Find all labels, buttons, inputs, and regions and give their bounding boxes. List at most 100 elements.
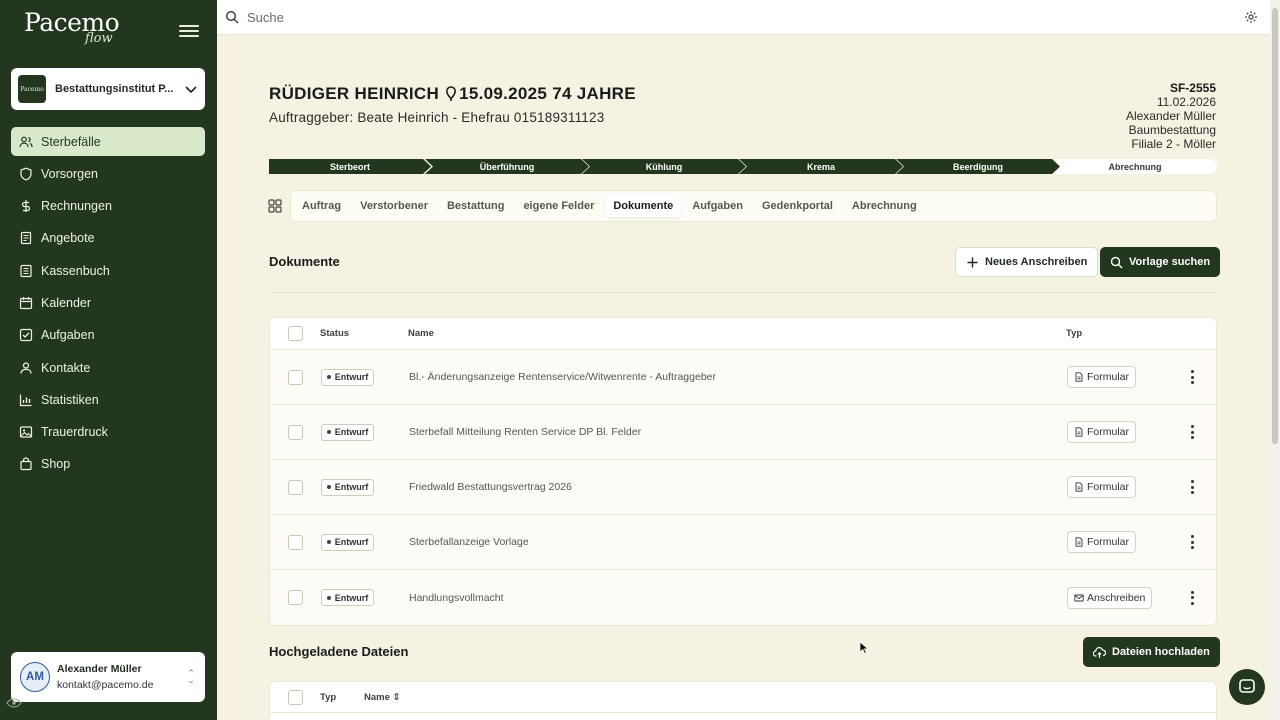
tab-eigene-felder[interactable]: eigene Felder	[515, 195, 602, 217]
deceased-name: RÜDIGER HEINRICH	[269, 84, 440, 103]
search-bar	[217, 0, 1270, 35]
upload-files-button[interactable]: Dateien hochladen	[1083, 637, 1220, 667]
search-icon	[1110, 256, 1123, 268]
tab-bestattung[interactable]: Bestattung	[439, 195, 512, 217]
case-tabs: Auftrag Verstorbener Bestattung eigene F…	[290, 190, 1217, 222]
nav-item-angebote[interactable]: Angebote	[11, 224, 205, 253]
nav-item-vorsorgen[interactable]: Vorsorgen	[11, 159, 205, 188]
row-checkbox[interactable]	[288, 369, 303, 385]
search-template-button[interactable]: Vorlage suchen	[1100, 247, 1221, 277]
user-menu[interactable]: AM Alexander Müller kontakt@pacemo.de ⌃ ⌄	[11, 652, 205, 702]
user-email: kontakt@pacemo.de	[57, 679, 154, 691]
ledger-icon	[19, 264, 33, 278]
gear-icon[interactable]	[1244, 10, 1258, 24]
row-checkbox[interactable]	[288, 479, 303, 495]
more-options-icon[interactable]	[1190, 370, 1194, 384]
row-checkbox[interactable]	[288, 590, 303, 605]
grid-view-icon[interactable]	[268, 199, 282, 213]
select-all-checkbox[interactable]	[288, 326, 303, 341]
page-scrollbar[interactable]	[1270, 0, 1280, 720]
document-name[interactable]: Sterbefall Mitteilung Renten Service DP …	[409, 426, 1067, 438]
nav-item-aufgaben[interactable]: Aufgaben	[11, 321, 205, 350]
deceased-age: 74 JAHRE	[552, 84, 636, 103]
column-name[interactable]: Name	[408, 328, 1066, 339]
form-icon	[1075, 427, 1083, 437]
document-name[interactable]: Bl.- Änderungsanzeige Rentenservice/Witw…	[409, 371, 1067, 383]
chat-icon	[1239, 679, 1255, 693]
dollar-icon	[19, 199, 33, 213]
users-icon	[19, 135, 33, 149]
tab-abrechnung[interactable]: Abrechnung	[844, 195, 925, 217]
nav-item-kontakte[interactable]: Kontakte	[11, 353, 205, 382]
form-icon	[1075, 482, 1083, 492]
table-row[interactable]: Entwurf Handlungsvollmacht Anschreiben	[270, 570, 1216, 625]
nav-item-statistiken[interactable]: Statistiken	[11, 385, 205, 414]
tab-dokumente[interactable]: Dokumente	[605, 195, 682, 217]
more-options-icon[interactable]	[1190, 590, 1194, 605]
more-options-icon[interactable]	[1190, 535, 1194, 549]
brand-sub: flow	[85, 31, 113, 46]
tab-auftrag[interactable]: Auftrag	[294, 195, 349, 217]
step-abrechnung[interactable]: Abrechnung	[1053, 159, 1217, 174]
type-badge: Formular	[1067, 366, 1137, 388]
search-input[interactable]	[247, 9, 1147, 25]
step-beerdigung[interactable]: Beerdigung	[896, 159, 1060, 174]
step-krema[interactable]: Krema	[739, 159, 903, 174]
chat-button[interactable]	[1229, 669, 1265, 705]
case-meta: SF-2555 11.02.2026 Alexander Müller Baum…	[1126, 81, 1216, 151]
step-kuehlung[interactable]: Kühlung	[582, 159, 746, 174]
main-nav: Sterbefälle Vorsorgen Rechnungen Angebot…	[11, 127, 205, 482]
nav-label: Rechnungen	[41, 199, 112, 214]
document-name[interactable]: Sterbefallanzeige Vorlage	[409, 536, 1067, 548]
row-checkbox[interactable]	[288, 424, 303, 440]
organization-select[interactable]: Pacemo Bestattungsinstitut P...	[11, 68, 205, 110]
form-icon	[1075, 537, 1083, 547]
row-checkbox[interactable]	[288, 534, 303, 550]
table-row[interactable]: Entwurf Sterbefall Mitteilung Renten Ser…	[270, 405, 1216, 460]
chevron-down-icon	[185, 86, 197, 94]
more-options-icon[interactable]	[1190, 425, 1194, 439]
table-row[interactable]: Entwurf Friedwald Bestattungsvertrag 202…	[270, 460, 1216, 515]
eye-icon[interactable]	[6, 698, 22, 708]
column-name-sortable[interactable]: Name ⇕	[364, 692, 400, 703]
documents-title: Dokumente	[269, 254, 340, 269]
status-badge: Entwurf	[321, 589, 374, 606]
nav-label: Sterbefälle	[41, 134, 101, 149]
brand-logo[interactable]: Pacemo flow	[24, 9, 134, 51]
select-all-checkbox[interactable]	[288, 689, 303, 705]
nav-label: Aufgaben	[41, 328, 95, 343]
table-header: Status Name Typ	[270, 318, 1216, 350]
org-name: Bestattungsinstitut P...	[55, 83, 174, 95]
case-owner: Alexander Müller	[1125, 109, 1216, 123]
new-letter-button[interactable]: Neues Anschreiben	[955, 247, 1099, 277]
tab-gedenkportal[interactable]: Gedenkportal	[754, 195, 841, 217]
nav-item-rechnungen[interactable]: Rechnungen	[11, 192, 205, 221]
nav-item-kalender[interactable]: Kalender	[11, 288, 205, 317]
uploads-title: Hochgeladene Dateien	[269, 644, 409, 659]
calendar-icon	[19, 296, 33, 310]
column-status[interactable]: Status	[320, 328, 408, 339]
status-badge: Entwurf	[321, 478, 374, 496]
step-sterbeort[interactable]: Sterbeort	[269, 159, 431, 174]
document-name[interactable]: Handlungsvollmacht	[409, 592, 1067, 604]
more-options-icon[interactable]	[1190, 480, 1194, 494]
table-row[interactable]: Entwurf Sterbefallanzeige Vorlage Formul…	[270, 515, 1216, 570]
column-type[interactable]: Typ	[1066, 328, 1082, 339]
nav-label: Kalender	[41, 295, 92, 310]
document-name[interactable]: Friedwald Bestattungsvertrag 2026	[409, 481, 1067, 493]
table-row[interactable]: Entwurf Bl.- Änderungsanzeige Rentenserv…	[270, 350, 1216, 405]
nav-item-shop[interactable]: Shop	[11, 450, 205, 479]
nav-item-trauerdruck[interactable]: Trauerdruck	[11, 418, 205, 447]
grave-marker-icon	[446, 86, 457, 101]
nav-item-sterbefaelle[interactable]: Sterbefälle	[11, 127, 205, 156]
step-ueberfuehrung[interactable]: Überführung	[425, 159, 589, 174]
case-title: RÜDIGER HEINRICH 15.09.2025 74 JAHRE	[269, 84, 636, 104]
column-type[interactable]: Typ	[320, 692, 364, 703]
scrollbar-thumb[interactable]	[1272, 8, 1278, 444]
nav-label: Trauerdruck	[41, 425, 108, 440]
tab-verstorbener[interactable]: Verstorbener	[352, 195, 436, 217]
tab-aufgaben[interactable]: Aufgaben	[684, 195, 751, 217]
nav-item-kassenbuch[interactable]: Kassenbuch	[11, 256, 205, 285]
hamburger-menu-icon[interactable]	[179, 22, 199, 40]
status-badge: Entwurf	[321, 368, 374, 386]
